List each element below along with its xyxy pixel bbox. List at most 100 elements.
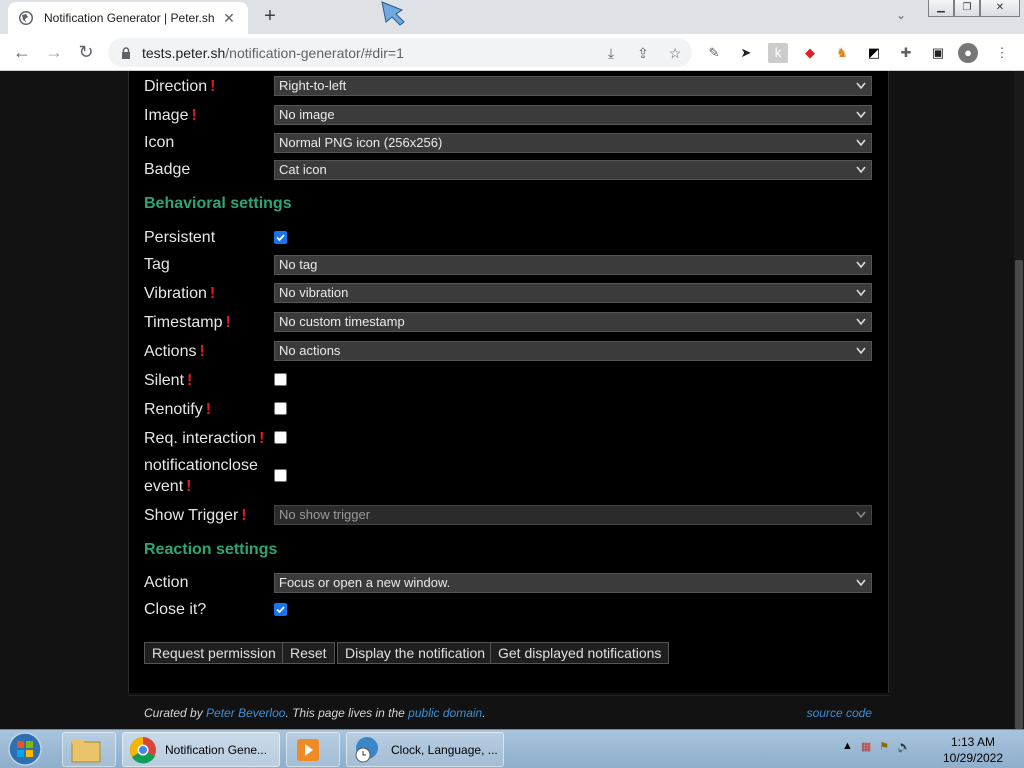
- warning-icon: !: [210, 78, 216, 95]
- forward-button[interactable]: →: [42, 41, 66, 65]
- tab-title: Notification Generator | Peter.sh: [44, 11, 215, 25]
- request-permission-button[interactable]: Request permission: [144, 642, 284, 664]
- share-icon[interactable]: ⇪: [632, 43, 654, 63]
- icon-select[interactable]: Normal PNG icon (256x256): [274, 133, 872, 153]
- eyedropper-icon[interactable]: ✎: [704, 43, 724, 63]
- windows-taskbar: Notification Gene... Clock, Language, ..…: [0, 729, 1024, 768]
- chevron-down-icon: [856, 318, 866, 326]
- action-center-icon[interactable]: ⚑: [879, 740, 889, 753]
- action-select[interactable]: Focus or open a new window.: [274, 573, 872, 593]
- author-link[interactable]: Peter Beverloo: [206, 706, 285, 720]
- actions-select[interactable]: No actions: [274, 341, 872, 361]
- cursor-extension-icon[interactable]: ➤: [736, 43, 756, 63]
- chevron-down-icon: [856, 82, 866, 90]
- badge-label: Badge: [144, 161, 191, 178]
- side-panel-icon[interactable]: ▣: [928, 43, 948, 63]
- renotify-checkbox[interactable]: [274, 402, 287, 415]
- dark-mode-icon[interactable]: ◩: [864, 43, 884, 63]
- reaction-settings-heading: Reaction settings: [144, 541, 278, 558]
- checkmark-icon: [276, 234, 285, 242]
- reload-button[interactable]: ↻: [74, 41, 98, 65]
- silent-label: Silent!: [144, 372, 193, 389]
- silent-checkbox[interactable]: [274, 373, 287, 386]
- clock-globe-icon: [355, 736, 378, 762]
- warning-icon: !: [241, 507, 247, 524]
- tag-select[interactable]: No tag: [274, 255, 872, 275]
- clock-date: 10/29/2022: [942, 751, 1004, 765]
- timestamp-label: Timestamp!: [144, 314, 231, 331]
- close-it-checkbox[interactable]: [274, 603, 287, 616]
- behavioral-settings-heading: Behavioral settings: [144, 195, 292, 212]
- notificationclose-label: notificationclose event!: [144, 457, 258, 495]
- display-notification-button[interactable]: Display the notification: [337, 642, 494, 664]
- badge-select[interactable]: Cat icon: [274, 160, 872, 180]
- extension-k-icon[interactable]: k: [768, 43, 788, 63]
- timestamp-select[interactable]: No custom timestamp: [274, 312, 872, 332]
- footer-divider: [128, 695, 889, 696]
- vibration-select[interactable]: No vibration: [274, 283, 872, 303]
- url-host: tests.peter.sh: [142, 44, 226, 61]
- taskbar-media-player[interactable]: [286, 732, 340, 767]
- tab-search-icon[interactable]: ⌄: [896, 8, 906, 22]
- actions-label: Actions!: [144, 343, 205, 360]
- warning-icon: !: [205, 401, 212, 418]
- folder-icon: [71, 738, 101, 762]
- browser-tab[interactable]: Notification Generator | Peter.sh ✕: [8, 2, 248, 34]
- scrollbar-thumb[interactable]: [1015, 260, 1023, 729]
- chrome-icon: [129, 736, 156, 763]
- volume-icon[interactable]: 🔈: [897, 740, 911, 753]
- taskbar-control-panel[interactable]: Clock, Language, ...: [346, 732, 504, 767]
- tab-close-icon[interactable]: ✕: [220, 10, 238, 27]
- cursor-drag-icon: [381, 1, 405, 26]
- show-trigger-select[interactable]: No show trigger: [274, 505, 872, 525]
- windows-start-button[interactable]: [6, 732, 44, 767]
- warning-icon: !: [191, 107, 197, 124]
- minimize-button[interactable]: ▁: [928, 0, 954, 17]
- taskbar-chrome[interactable]: Notification Gene...: [122, 732, 280, 767]
- direction-select[interactable]: Right-to-left: [274, 76, 872, 96]
- menu-dots-icon[interactable]: ⋮: [992, 43, 1012, 63]
- warning-icon: !: [199, 343, 205, 360]
- tray-expand-icon[interactable]: ▲: [842, 740, 853, 753]
- extensions-puzzle-icon[interactable]: ✚: [896, 43, 916, 63]
- red-extension-icon[interactable]: ◆: [800, 43, 820, 63]
- chevron-down-icon: [856, 579, 866, 587]
- install-icon[interactable]: ⤓: [600, 43, 622, 63]
- direction-label: Direction!: [144, 78, 216, 95]
- chevron-down-icon: [856, 511, 866, 519]
- show-trigger-label: Show Trigger!: [144, 507, 247, 524]
- globe-icon: [19, 11, 33, 25]
- system-clock[interactable]: 1:13 AM 10/29/2022: [936, 734, 1010, 766]
- address-bar[interactable]: tests.peter.sh /notification-generator/#…: [108, 38, 692, 67]
- new-tab-button[interactable]: +: [258, 5, 282, 29]
- notificationclose-checkbox[interactable]: [274, 469, 287, 482]
- maximize-button[interactable]: ❐: [954, 0, 980, 17]
- network-icon[interactable]: ▦: [861, 740, 871, 753]
- tab-strip: Notification Generator | Peter.sh ✕ + ⌄ …: [0, 0, 1024, 34]
- profile-avatar-icon[interactable]: ●: [958, 43, 978, 63]
- chevron-down-icon: [856, 139, 866, 147]
- fox-extension-icon[interactable]: ♞: [832, 43, 852, 63]
- persistent-checkbox[interactable]: [274, 231, 287, 244]
- taskbar-chrome-label: Notification Gene...: [165, 742, 268, 757]
- chevron-down-icon: [856, 289, 866, 297]
- taskbar-explorer[interactable]: [62, 732, 116, 767]
- media-player-icon: [297, 738, 319, 761]
- source-code-link[interactable]: source code: [807, 706, 872, 720]
- warning-icon: !: [225, 314, 231, 331]
- renotify-label: Renotify!: [144, 401, 212, 418]
- browser-toolbar: ← → ↻ tests.peter.sh /notification-gener…: [0, 34, 1024, 71]
- warning-icon: !: [209, 285, 216, 302]
- chevron-down-icon: [856, 347, 866, 355]
- page-scrollbar[interactable]: [1014, 71, 1024, 729]
- get-displayed-notifications-button[interactable]: Get displayed notifications: [490, 642, 670, 664]
- bookmark-star-icon[interactable]: ☆: [664, 43, 686, 63]
- close-window-button[interactable]: ✕: [980, 0, 1020, 17]
- req-interaction-checkbox[interactable]: [274, 431, 287, 444]
- public-domain-link[interactable]: public domain: [408, 706, 482, 720]
- reset-button[interactable]: Reset: [282, 642, 335, 664]
- warning-icon: !: [186, 478, 192, 495]
- back-button[interactable]: ←: [10, 41, 34, 65]
- url-path: /notification-generator/#dir=1: [225, 44, 404, 61]
- image-select[interactable]: No image: [274, 105, 872, 125]
